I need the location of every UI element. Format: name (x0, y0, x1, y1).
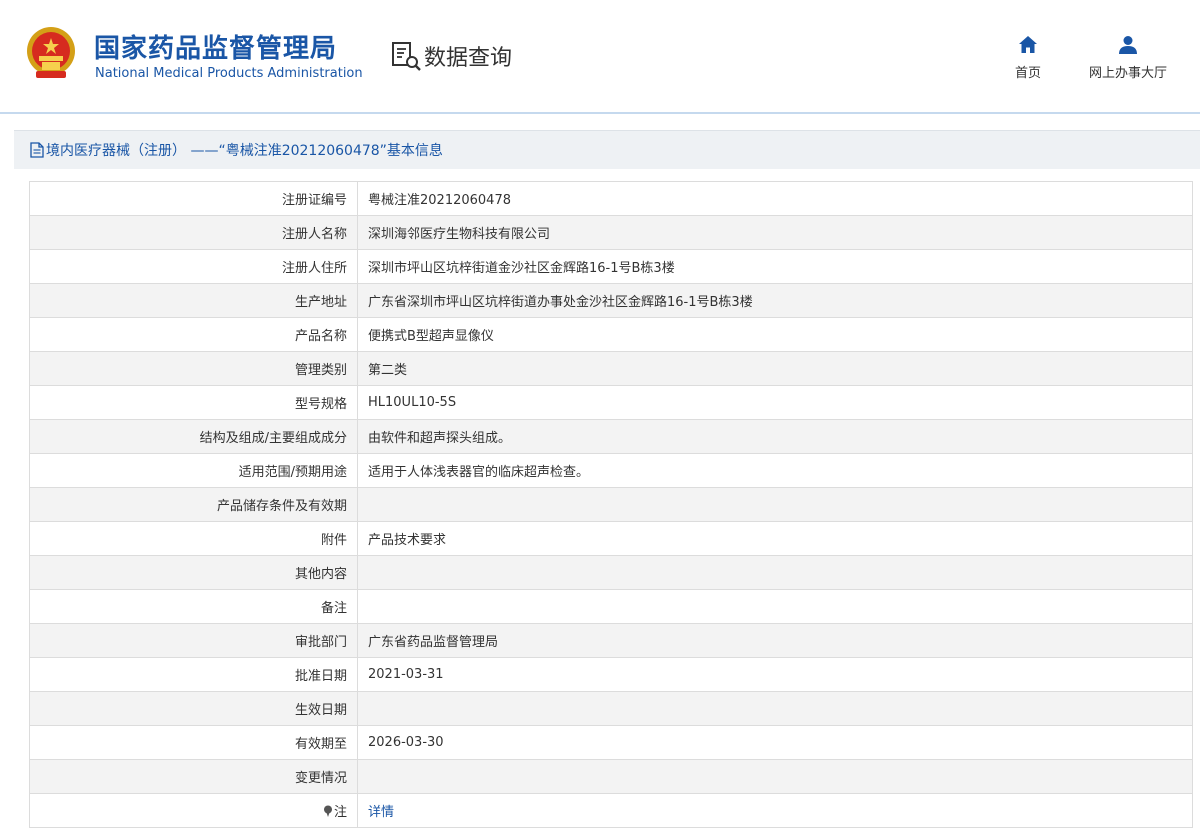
field-value: 第二类 (357, 351, 1193, 386)
document-search-icon (392, 42, 421, 71)
field-value (357, 691, 1193, 726)
table-row: 附件 产品技术要求 (29, 521, 1193, 556)
field-label: 结构及组成/主要组成成分 (29, 419, 358, 454)
field-label: 注册人住所 (29, 249, 358, 284)
table-row-note: 注 详情 (29, 793, 1193, 828)
field-value: 2026-03-30 (357, 725, 1193, 760)
user-icon (1119, 36, 1137, 54)
query-title-text: 数据查询 (424, 46, 513, 71)
table-row: 备注 (29, 589, 1193, 624)
table-row: 注册人名称 深圳海邻医疗生物科技有限公司 (29, 215, 1193, 250)
field-label: 其他内容 (29, 555, 358, 590)
field-label: 注册证编号 (29, 181, 358, 216)
table-row: 批准日期 2021-03-31 (29, 657, 1193, 692)
field-value: 深圳市坪山区坑梓街道金沙社区金辉路16-1号B栋3楼 (357, 249, 1193, 284)
field-value: HL10UL10-5S (357, 385, 1193, 420)
site-header: 国家药品监督管理局 National Medical Products Admi… (0, 0, 1200, 112)
table-row: 注册人住所 深圳市坪山区坑梓街道金沙社区金辉路16-1号B栋3楼 (29, 249, 1193, 284)
field-label: 生效日期 (29, 691, 358, 726)
table-row: 生效日期 (29, 691, 1193, 726)
national-emblem-icon (27, 27, 75, 78)
field-label: 适用范围/预期用途 (29, 453, 358, 488)
field-label: 有效期至 (29, 725, 358, 760)
details-link[interactable]: 详情 (368, 805, 394, 820)
field-value (357, 589, 1193, 624)
field-value: 便携式B型超声显像仪 (357, 317, 1193, 352)
nav-home-label: 首页 (1014, 66, 1041, 81)
table-row: 管理类别 第二类 (29, 351, 1193, 386)
device-info-table: 注册证编号 粤械注准20212060478 注册人名称 深圳海邻医疗生物科技有限公司注… (29, 181, 1193, 828)
table-row: 其他内容 (29, 555, 1193, 590)
field-value (357, 555, 1193, 590)
field-label: 型号规格 (29, 385, 358, 420)
field-label: 管理类别 (29, 351, 358, 386)
org-name-en: National Medical Products Administration (95, 66, 363, 81)
header-divider (0, 112, 1200, 114)
note-label: 注 (333, 805, 347, 820)
table-row: 有效期至 2026-03-30 (29, 725, 1193, 760)
table-row: 适用范围/预期用途 适用于人体浅表器官的临床超声检查。 (29, 453, 1193, 488)
field-label: 审批部门 (29, 623, 358, 658)
table-row: 型号规格 HL10UL10-5S (29, 385, 1193, 420)
field-value: 广东省深圳市坪山区坑梓街道办事处金沙社区金辉路16-1号B栋3楼 (357, 283, 1193, 318)
field-label: 备注 (29, 589, 358, 624)
field-value (357, 759, 1193, 794)
nav-online-hall[interactable]: 网上办事大厅 (1080, 34, 1176, 81)
table-row: 注册证编号 粤械注准20212060478 (29, 181, 1193, 216)
table-row: 变更情况 (29, 759, 1193, 794)
field-label: 附件 (29, 521, 358, 556)
field-value-note: 详情 (357, 793, 1193, 828)
section-title: 境内医疗器械（注册） ——“粤械注准20212060478”基本信息 (46, 143, 443, 159)
field-value: 由软件和超声探头组成。 (357, 419, 1193, 454)
field-label: 注册人名称 (29, 215, 358, 250)
table-row: 产品储存条件及有效期 (29, 487, 1193, 522)
table-row: 生产地址 广东省深圳市坪山区坑梓街道办事处金沙社区金辉路16-1号B栋3楼 (29, 283, 1193, 318)
field-label: 产品名称 (29, 317, 358, 352)
field-label-note: 注 (29, 793, 358, 828)
field-label: 生产地址 (29, 283, 358, 318)
field-value: 2021-03-31 (357, 657, 1193, 692)
pin-icon (323, 805, 332, 817)
table-row: 结构及组成/主要组成成分 由软件和超声探头组成。 (29, 419, 1193, 454)
field-value: 产品技术要求 (357, 521, 1193, 556)
field-value: 粤械注准20212060478 (357, 181, 1193, 216)
field-value: 广东省药品监督管理局 (357, 623, 1193, 658)
section-header: 境内医疗器械（注册） ——“粤械注准20212060478”基本信息 (14, 130, 1200, 169)
nav-online-hall-label: 网上办事大厅 (1088, 66, 1167, 81)
org-name-cn: 国家药品监督管理局 (94, 34, 338, 64)
table-row: 产品名称 便携式B型超声显像仪 (29, 317, 1193, 352)
table-row: 审批部门 广东省药品监督管理局 (29, 623, 1193, 658)
field-label: 批准日期 (29, 657, 358, 692)
field-label: 变更情况 (29, 759, 358, 794)
nav-home[interactable]: 首页 (1008, 34, 1048, 81)
field-value: 深圳海邻医疗生物科技有限公司 (357, 215, 1193, 250)
data-query-title: 数据查询 (390, 40, 512, 72)
field-value: 适用于人体浅表器官的临床超声检查。 (357, 453, 1193, 488)
home-icon (1019, 36, 1037, 53)
document-icon (30, 142, 44, 158)
field-label: 产品储存条件及有效期 (29, 487, 358, 522)
field-value (357, 487, 1193, 522)
